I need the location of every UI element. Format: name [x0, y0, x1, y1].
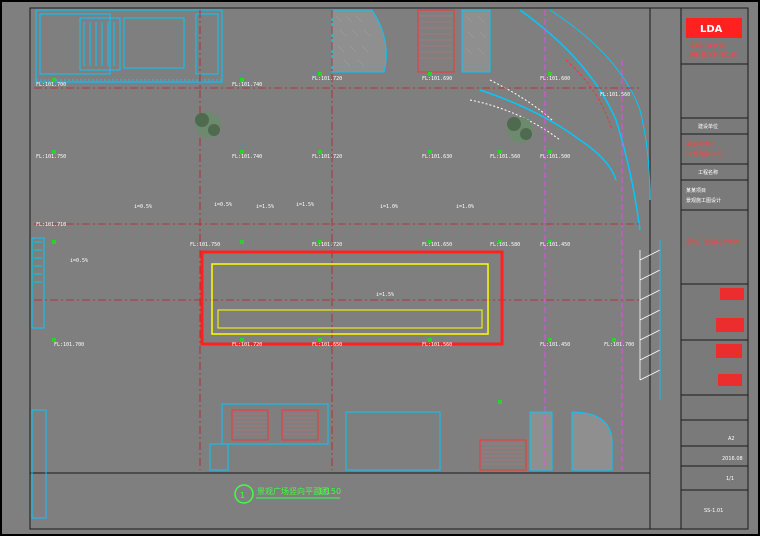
elevation-label: FL:101.600	[540, 76, 570, 82]
slope-label: i=1.0%	[380, 204, 398, 210]
client-line-1: 某某房地产	[686, 140, 716, 148]
drawing-date: 2016.08	[722, 456, 743, 462]
sheet-no: SS-1.01	[704, 508, 723, 514]
elevation-label: FL:101.700	[604, 342, 634, 348]
elevation-label: FL:101.700	[36, 82, 66, 88]
elevation-label: FL:101.700	[54, 342, 84, 348]
elevation-label: FL:101.560	[600, 92, 630, 98]
drawing-title-block: 1 景观广场竖向平面图 1/150	[234, 484, 341, 504]
elevation-label: FL:101.630	[422, 154, 452, 160]
elevation-label: FL:101.720	[312, 242, 342, 248]
elevation-label: FL:101.740	[232, 154, 262, 160]
slope-label: i=0.5%	[134, 204, 152, 210]
elevation-label: FL:101.750	[190, 242, 220, 248]
drawing-name: 景观广场竖向平面图	[686, 238, 740, 246]
elevation-label: FL:101.560	[490, 154, 520, 160]
elevation-label: FL:101.710	[36, 222, 66, 228]
elevation-label: FL:101.740	[232, 82, 262, 88]
elevation-label: FL:101.500	[540, 154, 570, 160]
drawing-scale: 1/150	[318, 487, 341, 496]
elevation-label: FL:101.690	[422, 76, 452, 82]
sheet-number: 1	[240, 491, 245, 500]
building-top-left	[35, 9, 223, 83]
elevation-label: FL:101.650	[312, 342, 342, 348]
slope-labels: i=0.5% i=0.5% i=1.5% i=1.5% i=1.0% i=1.0% i=1.…	[70, 202, 474, 298]
elevation-label: FL:101.450	[540, 342, 570, 348]
client-section-label: 建设单位	[698, 123, 718, 130]
slope-label: i=1.5%	[296, 202, 314, 208]
slope-label: i=0.5%	[70, 258, 88, 264]
elevation-label: FL:101.450	[540, 242, 570, 248]
building-left	[31, 237, 47, 519]
slope-label: i=1.0%	[456, 204, 474, 210]
client-line-2: 开发有限公司	[686, 150, 722, 158]
project-line-2: 景观施工图设计	[686, 197, 721, 204]
elevation-label: FL:101.720	[232, 342, 262, 348]
project-section-label: 工程名称	[698, 169, 718, 176]
elevation-label: FL:101.720	[312, 76, 342, 82]
elevation-label: FL:101.750	[36, 154, 66, 160]
site-plan-svg: FL:101.700 FL:101.740 FL:101.720 FL:101.690…	[0, 0, 760, 536]
elevation-label: FL:101.720	[312, 154, 342, 160]
elevation-label: FL:101.580	[490, 242, 520, 248]
slope-label: i=1.5%	[376, 292, 394, 298]
company-line-2: 园林技术有限公司	[689, 51, 737, 59]
tree-symbol	[195, 112, 533, 143]
cad-drawing-canvas: FL:101.700 FL:101.740 FL:101.720 FL:101.690…	[0, 0, 760, 536]
title-block: LDA 深圳市保合泰 园林技术有限公司 建设单位 某某房地产 开发有限公司 工程…	[680, 7, 749, 530]
elevation-label: FL:101.650	[422, 242, 452, 248]
central-plaza	[200, 250, 504, 346]
version-number: 1/1	[726, 476, 734, 482]
project-line-1: 某某项目	[686, 188, 706, 194]
road-curves	[469, 9, 651, 231]
slope-label: i=0.5%	[214, 202, 232, 208]
logo-text: LDA	[700, 24, 723, 35]
sheet-size: A2	[728, 436, 735, 442]
elevation-label: FL:101.560	[422, 342, 452, 348]
slope-label: i=1.5%	[256, 204, 274, 210]
stairs-top	[417, 9, 455, 73]
company-line-1: 深圳市保合泰	[689, 42, 725, 50]
